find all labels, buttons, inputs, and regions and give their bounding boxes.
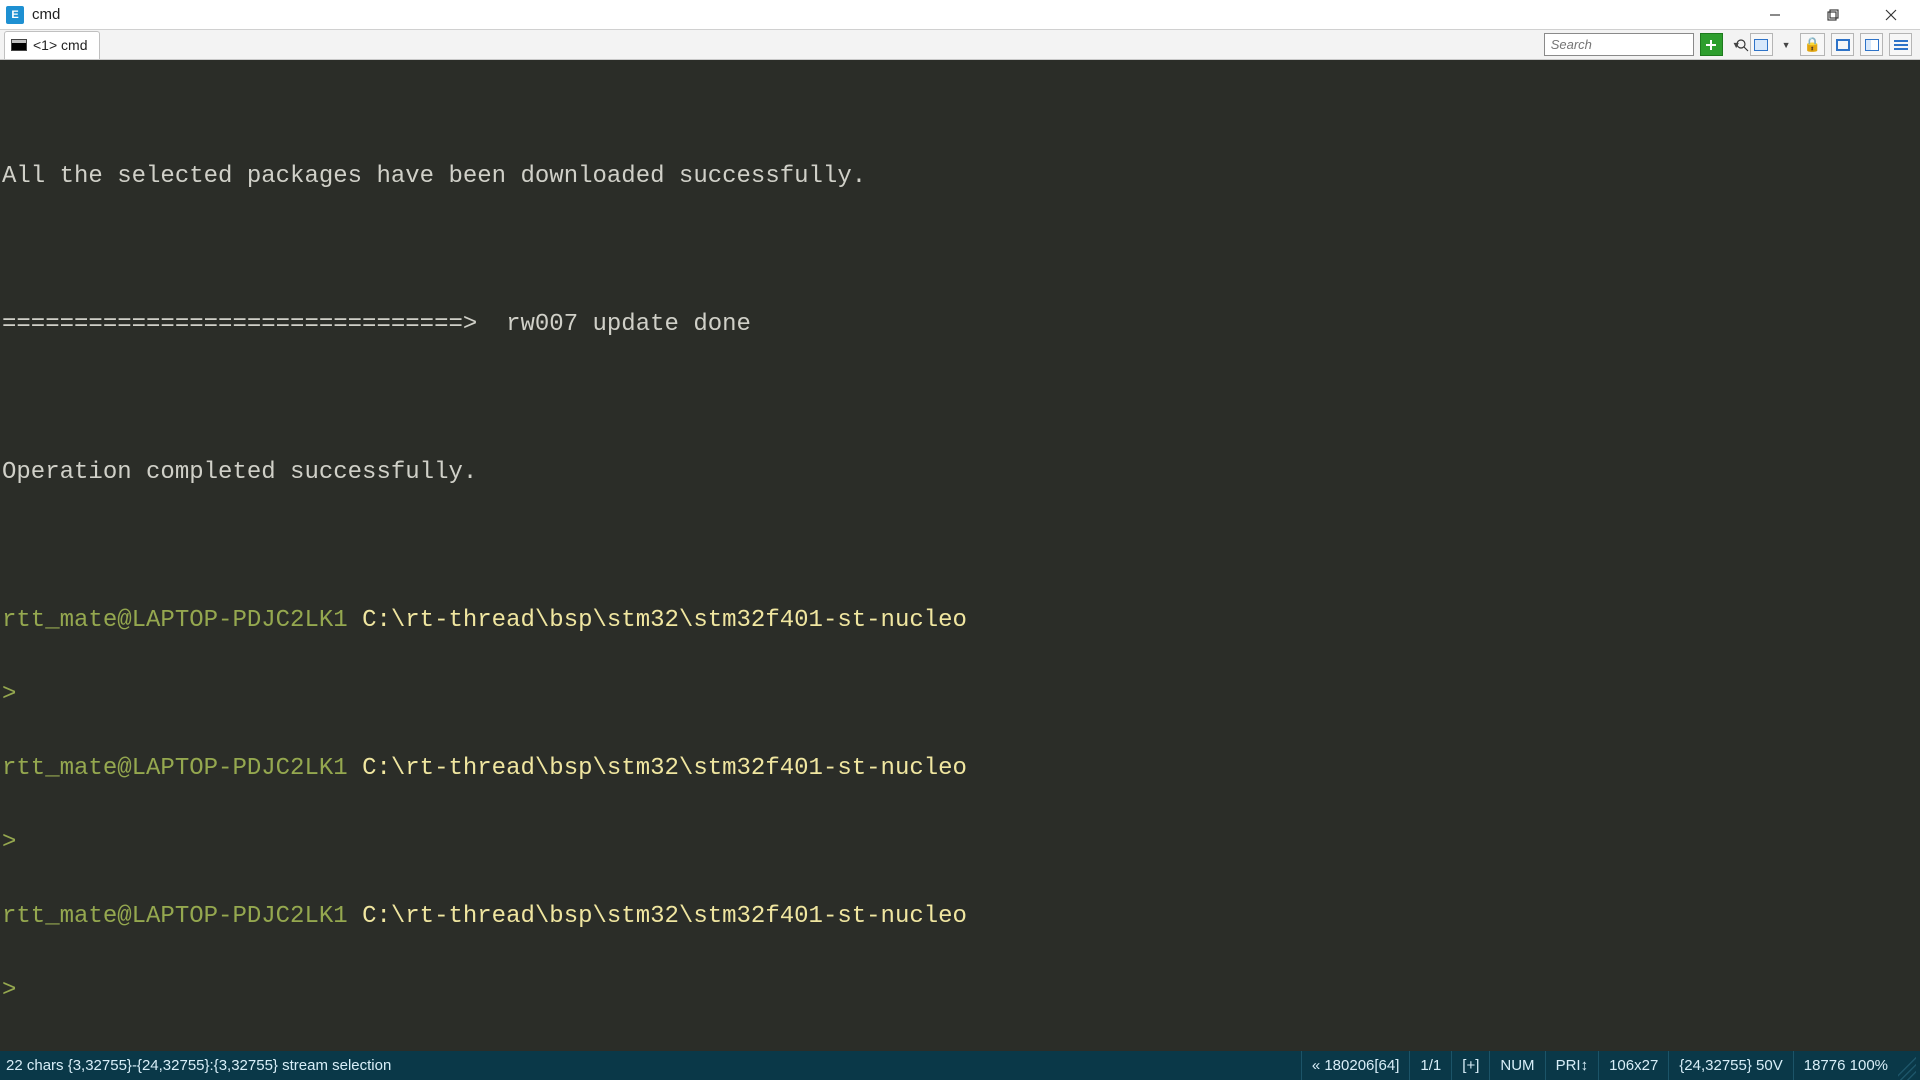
- prompt-user: rtt_mate@LAPTOP-PDJC2LK1: [2, 607, 348, 634]
- cmd-icon: [11, 39, 27, 51]
- prompt-symbol: >: [2, 977, 16, 1004]
- status-size: 106x27: [1598, 1051, 1668, 1080]
- maximize-button[interactable]: [1804, 0, 1862, 30]
- maximize-panel-icon: [1836, 39, 1850, 51]
- prompt-symbol: >: [2, 829, 16, 856]
- menu-button[interactable]: [1889, 33, 1912, 56]
- terminal[interactable]: All the selected packages have been down…: [0, 60, 1920, 1051]
- status-bar: 22 chars {3,32755}-{24,32755}:{3,32755} …: [0, 1051, 1920, 1080]
- term-text: ================================> rw007 …: [2, 311, 751, 338]
- prompt-user: rtt_mate@LAPTOP-PDJC2LK1: [2, 755, 348, 782]
- split-button[interactable]: [1860, 33, 1883, 56]
- term-line: ================================> rw007 …: [2, 306, 1920, 343]
- term-text: Operation completed successfully.: [2, 459, 477, 486]
- search-box[interactable]: [1544, 33, 1694, 56]
- status-num: NUM: [1489, 1051, 1544, 1080]
- term-blank: [2, 232, 1920, 269]
- toolbar: ▼ ▼ 🔒: [1544, 33, 1920, 56]
- lock-icon: 🔒: [1804, 36, 1821, 53]
- prompt-symbol: >: [2, 681, 16, 708]
- term-prompt-line: rtt_mate@LAPTOP-PDJC2LK1 C:\rt-thread\bs…: [2, 750, 1920, 787]
- term-text: All the selected packages have been down…: [2, 163, 866, 190]
- close-button[interactable]: [1862, 0, 1920, 30]
- prompt-user: rtt_mate@LAPTOP-PDJC2LK1: [2, 903, 348, 930]
- prompt-path: C:\rt-thread\bsp\stm32\stm32f401-st-nucl…: [362, 607, 967, 634]
- term-prompt-line: rtt_mate@LAPTOP-PDJC2LK1 C:\rt-thread\bs…: [2, 898, 1920, 935]
- window-icon: [1754, 39, 1768, 51]
- status-selection: 22 chars {3,32755}-{24,32755}:{3,32755} …: [4, 1051, 401, 1080]
- term-prompt-line: rtt_mate@LAPTOP-PDJC2LK1 C:\rt-thread\bs…: [2, 602, 1920, 639]
- tab-label: <1> cmd: [33, 37, 87, 53]
- term-prompt-sym: >: [2, 972, 1920, 1009]
- term-prompt-sym: >: [2, 824, 1920, 861]
- window-title: cmd: [32, 6, 60, 23]
- maximize-icon: [1826, 8, 1840, 22]
- close-icon: [1884, 8, 1898, 22]
- window-titlebar: E cmd: [0, 0, 1920, 30]
- minimize-button[interactable]: [1746, 0, 1804, 30]
- minimize-icon: [1768, 8, 1782, 22]
- menu-icon: [1894, 40, 1908, 50]
- prompt-path: C:\rt-thread\bsp\stm32\stm32f401-st-nucl…: [362, 755, 967, 782]
- status-cursor: {24,32755} 50V: [1668, 1051, 1792, 1080]
- status-mem: 18776 100%: [1793, 1051, 1898, 1080]
- status-pri: PRI↕: [1545, 1051, 1599, 1080]
- term-prompt-sym: >: [2, 676, 1920, 713]
- maximize-panel-button[interactable]: [1831, 33, 1854, 56]
- status-pos: « 180206[64]: [1301, 1051, 1410, 1080]
- active-console-button[interactable]: [1750, 33, 1773, 56]
- tab-toolbar-row: <1> cmd ▼ ▼ 🔒: [0, 30, 1920, 60]
- prompt-path: C:\rt-thread\bsp\stm32\stm32f401-st-nucl…: [362, 903, 967, 930]
- active-console-dropdown[interactable]: ▼: [1779, 40, 1794, 50]
- term-blank: [2, 528, 1920, 565]
- app-icon: E: [6, 6, 24, 24]
- resize-grip[interactable]: [1898, 1051, 1916, 1080]
- tab-cmd[interactable]: <1> cmd: [4, 31, 100, 59]
- status-pager: 1/1: [1409, 1051, 1451, 1080]
- new-console-button[interactable]: [1700, 33, 1723, 56]
- status-plus: [+]: [1451, 1051, 1489, 1080]
- split-panes-icon: [1865, 39, 1879, 51]
- term-blank: [2, 380, 1920, 417]
- term-line: All the selected packages have been down…: [2, 121, 1920, 195]
- term-line: Operation completed successfully.: [2, 454, 1920, 491]
- lock-button[interactable]: 🔒: [1800, 33, 1825, 56]
- new-console-dropdown[interactable]: ▼: [1729, 40, 1744, 50]
- plus-icon: [1704, 38, 1718, 52]
